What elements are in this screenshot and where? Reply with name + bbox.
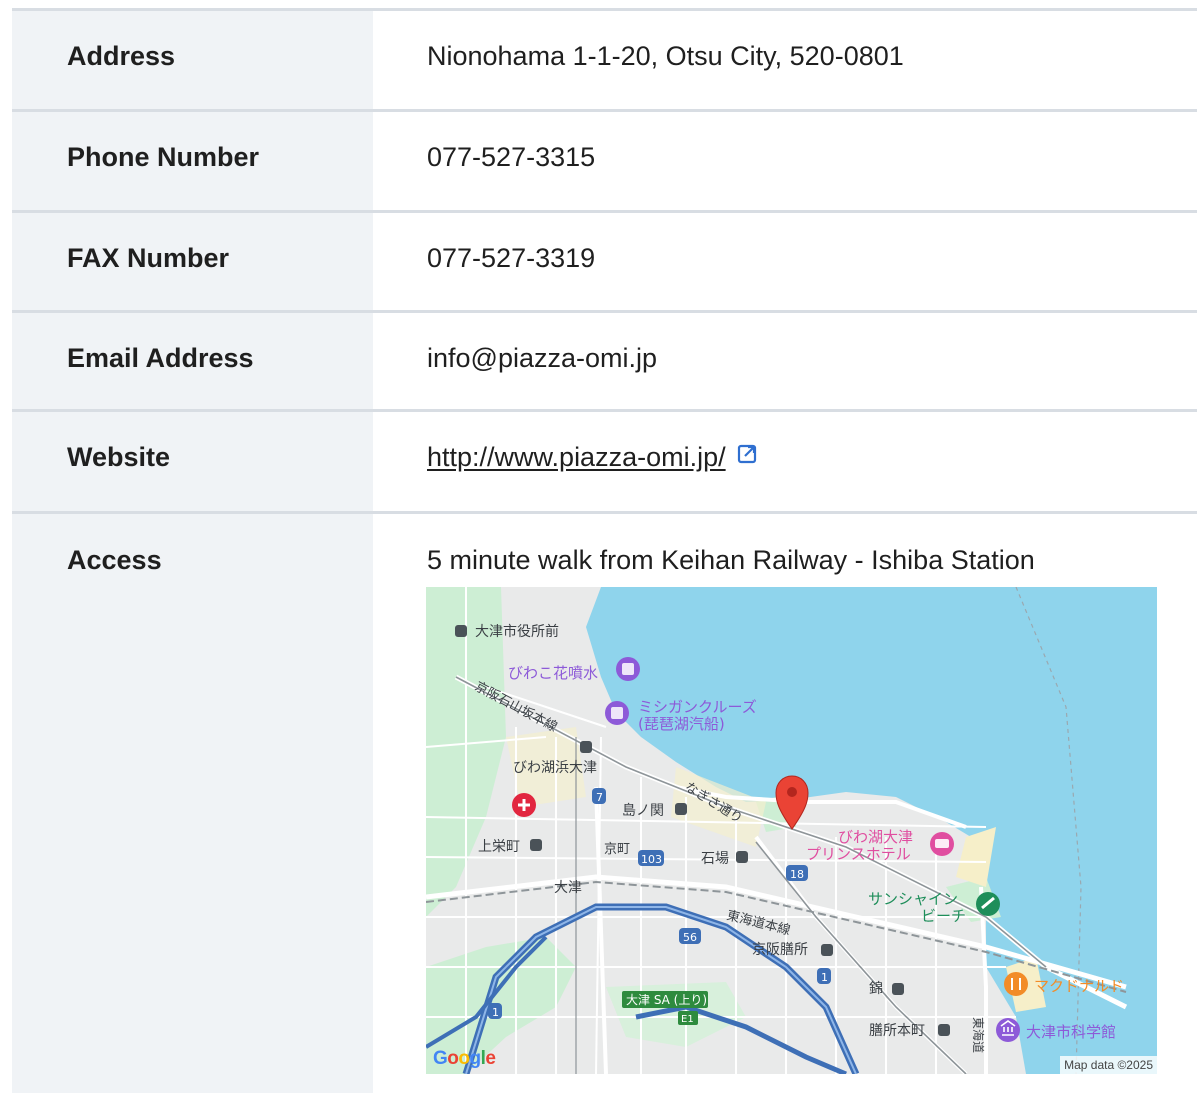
fax-value: 077-527-3319 <box>427 243 596 273</box>
address-label: Address <box>12 11 373 109</box>
cruise-label-2: (琵琶湖汽船) <box>638 715 725 733</box>
ishiba-label: 石場 <box>701 851 729 867</box>
hotel-label-2: プリンスホテル <box>806 845 911 863</box>
otsu-city-hall-label: 大津市役所前 <box>475 623 559 640</box>
biwakohama-otsu-label: びわ湖浜大津 <box>513 760 597 776</box>
row-fax: FAX Number 077-527-3319 <box>12 213 1197 313</box>
access-label: Access <box>12 514 373 1093</box>
row-phone: Phone Number 077-527-3315 <box>12 112 1197 213</box>
svg-text:1: 1 <box>492 1006 499 1019</box>
beach-label-1: サンシャイン <box>868 890 958 908</box>
beach-label-2: ビーチ <box>921 907 966 925</box>
fountain-label: びわこ花噴水 <box>508 664 598 682</box>
zeze-label: 錦 <box>869 980 883 997</box>
otsu-station-label: 大津 <box>554 880 582 896</box>
mcdonalds-label: マクドナルド <box>1034 977 1124 995</box>
google-logo[interactable]: Google <box>433 1048 496 1070</box>
restaurant-poi-icon[interactable] <box>1004 972 1028 996</box>
kamisakaemachi-label: 上栄町 <box>478 839 520 855</box>
svg-text:7: 7 <box>596 791 603 804</box>
otsu-sa-label: 大津 SA (上り) <box>626 993 707 1007</box>
phone-value: 077-527-3315 <box>427 142 596 172</box>
website-label: Website <box>12 412 373 511</box>
external-link-icon[interactable] <box>736 441 758 472</box>
website-link[interactable]: http://www.piazza-omi.jp/ <box>427 442 726 472</box>
svg-text:E1: E1 <box>681 1014 694 1025</box>
phone-label: Phone Number <box>12 112 373 210</box>
svg-text:103: 103 <box>641 853 662 866</box>
shimanoseki-label: 島ノ関 <box>622 803 664 819</box>
svg-text:1: 1 <box>821 971 828 984</box>
row-email: Email Address info@piazza-omi.jp <box>12 313 1197 412</box>
svg-text:56: 56 <box>683 931 697 944</box>
hotel-label-1: びわ湖大津 <box>838 828 913 846</box>
map-attribution[interactable]: Map data ©2025 <box>1060 1056 1157 1074</box>
zeze-honmachi-label: 膳所本町 <box>869 1023 925 1039</box>
address-value: Nionohama 1-1-20, Otsu City, 520-0801 <box>427 41 904 71</box>
website-value-cell: http://www.piazza-omi.jp/ <box>373 412 1197 511</box>
cruise-label-1: ミシガンクルーズ <box>638 698 757 716</box>
row-address: Address Nionohama 1-1-20, Otsu City, 520… <box>12 11 1197 112</box>
embedded-map[interactable]: 大津市役所前 びわこ花噴水 ミシガンクルーズ (琵琶湖汽船) 京阪石山坂本線 び… <box>426 587 1157 1074</box>
svg-text:18: 18 <box>790 868 804 881</box>
email-label: Email Address <box>12 313 373 409</box>
fax-label: FAX Number <box>12 213 373 310</box>
keihan-zeze-label: 京阪膳所 <box>752 942 808 958</box>
science-museum-label: 大津市科学館 <box>1026 1023 1116 1041</box>
email-value: info@piazza-omi.jp <box>427 343 658 373</box>
kyomachi-label: 京町 <box>604 842 630 857</box>
tokaido-road-label: 東海道 <box>971 1017 986 1053</box>
row-website: Website http://www.piazza-omi.jp/ <box>12 412 1197 514</box>
